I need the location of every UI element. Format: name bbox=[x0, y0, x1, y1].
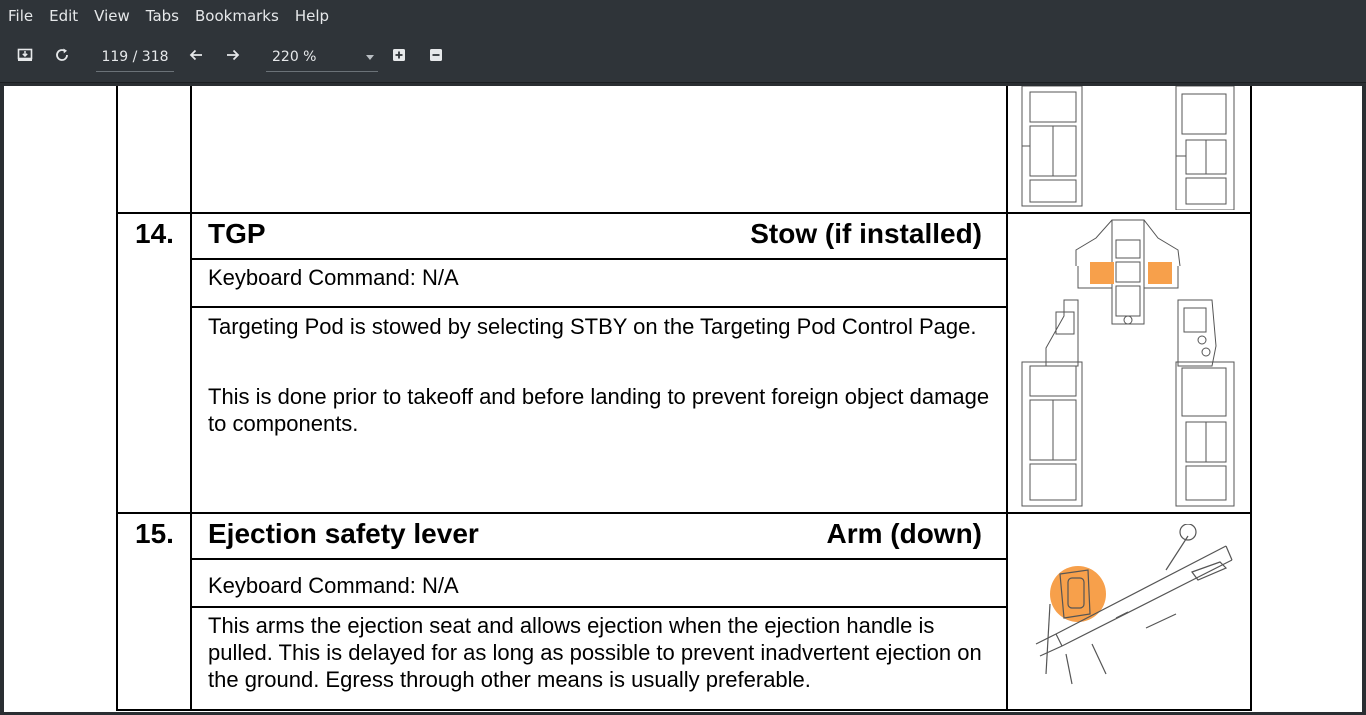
step-description: This is done prior to takeoff and before… bbox=[208, 384, 990, 436]
zoom-in-button[interactable] bbox=[386, 42, 412, 68]
step-description: This arms the ejection seat and allows e… bbox=[208, 613, 982, 692]
zoom-in-icon bbox=[393, 49, 405, 61]
cell-divider bbox=[190, 258, 1008, 260]
sidebar-toggle-icon bbox=[17, 48, 33, 61]
zoom-out-button[interactable] bbox=[423, 42, 449, 68]
sidebar-toggle-button[interactable] bbox=[12, 42, 38, 68]
menu-file[interactable]: File bbox=[0, 0, 41, 32]
reload-icon bbox=[56, 48, 68, 61]
table-border-right bbox=[1250, 86, 1252, 711]
step-description: Targeting Pod is stowed by selecting STB… bbox=[208, 314, 977, 339]
menu-edit[interactable]: Edit bbox=[41, 0, 86, 32]
menu-view[interactable]: View bbox=[86, 0, 138, 32]
keyboard-command: Keyboard Command: N/A bbox=[208, 573, 459, 598]
table-bottom-border bbox=[116, 709, 1252, 711]
reload-button[interactable] bbox=[49, 42, 75, 68]
menu-tabs[interactable]: Tabs bbox=[138, 0, 187, 32]
step-number: 14. bbox=[135, 218, 174, 249]
table-border-left bbox=[116, 86, 118, 711]
zoom-select[interactable]: 220 % bbox=[266, 43, 378, 72]
cell-divider bbox=[190, 558, 1008, 560]
ejection-seat-lever-illustration bbox=[1035, 524, 1233, 685]
page-number-input[interactable]: 119 / 318 bbox=[96, 43, 174, 72]
menu-bookmarks[interactable]: Bookmarks bbox=[187, 0, 287, 32]
table-row-divider bbox=[116, 212, 1252, 214]
step-number: 15. bbox=[135, 518, 174, 549]
table-border-image-col bbox=[1006, 86, 1008, 711]
step-title: TGP bbox=[208, 218, 266, 249]
step-title: Ejection safety lever bbox=[208, 518, 479, 549]
document-viewport[interactable]: 14. TGP Stow (if installed) Keyboard Com… bbox=[0, 86, 1366, 715]
cockpit-panel-illustration bbox=[1021, 86, 1235, 210]
menu-bar: File Edit View Tabs Bookmarks Help bbox=[0, 0, 1366, 32]
toolbar: 119 / 318 220 % bbox=[0, 32, 1366, 83]
chevron-down-icon bbox=[366, 55, 374, 60]
document-page: 14. TGP Stow (if installed) Keyboard Com… bbox=[4, 86, 1362, 712]
table-row-divider bbox=[116, 512, 1252, 514]
table-border-number-col bbox=[190, 86, 192, 711]
keyboard-command: Keyboard Command: N/A bbox=[208, 265, 459, 290]
step-action: Stow (if installed) bbox=[750, 218, 982, 249]
cell-divider bbox=[190, 606, 1008, 608]
cockpit-panel-highlight-illustration bbox=[1021, 219, 1235, 507]
arrow-right-icon bbox=[227, 49, 240, 61]
step-action: Arm (down) bbox=[826, 518, 982, 549]
ejection-lever-highlight bbox=[1050, 566, 1106, 622]
arrow-left-icon bbox=[189, 49, 202, 61]
zoom-out-icon bbox=[430, 49, 442, 61]
zoom-value: 220 % bbox=[272, 49, 317, 65]
next-page-button[interactable] bbox=[220, 42, 246, 68]
previous-page-button[interactable] bbox=[183, 42, 209, 68]
tgp-switch-highlight bbox=[1090, 262, 1114, 284]
cell-divider bbox=[190, 306, 1008, 308]
tgp-switch-highlight bbox=[1148, 262, 1172, 284]
menu-help[interactable]: Help bbox=[287, 0, 337, 32]
